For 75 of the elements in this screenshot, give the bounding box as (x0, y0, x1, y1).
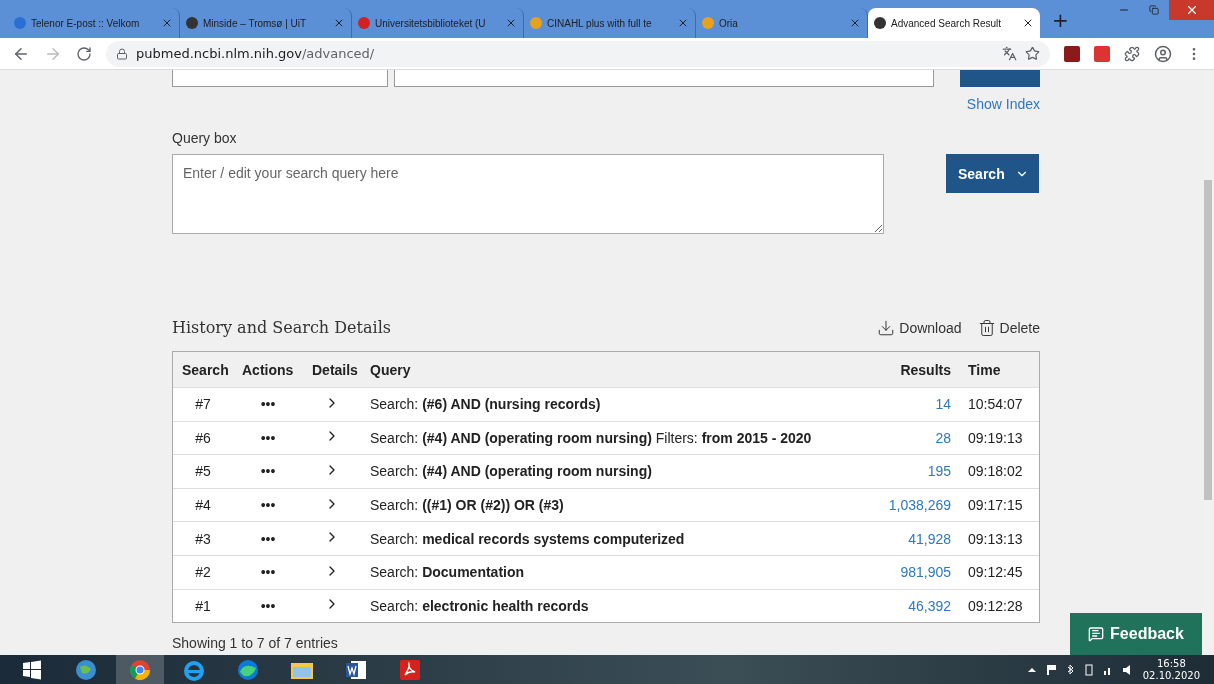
extension-icon[interactable] (1064, 45, 1080, 62)
actions-menu[interactable]: ••• (233, 463, 303, 480)
query-text: Search: (#6) AND (nursing records) (369, 396, 602, 413)
table-cell-text: #3 (194, 530, 212, 547)
reload-icon[interactable] (76, 45, 92, 62)
table-cell-text: #2 (194, 564, 212, 581)
actions-menu[interactable]: ••• (233, 564, 303, 581)
query-box-label: Query box (172, 130, 238, 146)
results-link[interactable]: 28 (935, 429, 951, 446)
clock[interactable]: 16:58 02.10.2020 (1142, 657, 1200, 682)
results-link[interactable]: 14 (935, 396, 951, 413)
new-tab-button[interactable]: + (1052, 8, 1069, 32)
bluetooth-icon[interactable] (1066, 663, 1075, 676)
actions-menu[interactable]: ••• (233, 429, 303, 446)
table-cell-text: 09:18:02 (967, 463, 1024, 480)
column-header: Results (899, 361, 952, 378)
battery-icon[interactable] (1084, 663, 1093, 676)
table-cell-text: #5 (194, 463, 212, 480)
column-header: Details (311, 361, 359, 378)
trash-icon (977, 318, 996, 337)
query-text: Search: Documentation (369, 564, 526, 581)
query-text: Search: electronic health records (369, 597, 590, 614)
show-index-link[interactable]: Show Index (966, 96, 1040, 112)
table-cell-text: #1 (194, 597, 212, 614)
column-header: Actions (241, 361, 295, 378)
search-button[interactable]: Search (946, 154, 1039, 193)
table-cell-text: 10:54:07 (967, 396, 1024, 413)
table-cell-text: 09:12:45 (967, 564, 1024, 581)
results-link[interactable]: 981,905 (900, 564, 951, 581)
column-header: Search (181, 361, 230, 378)
profile-icon[interactable] (1154, 44, 1172, 63)
actions-menu[interactable]: ••• (233, 497, 303, 514)
extension-icon[interactable] (1094, 45, 1110, 62)
results-link[interactable]: 1,038,269 (888, 497, 951, 514)
table-cell-text: 09:19:13 (967, 429, 1024, 446)
entries-info: Showing 1 to 7 of 7 entries (172, 635, 339, 652)
query-text: Search: medical records systems computerized (369, 530, 686, 547)
section-title: History and Search Details (172, 318, 392, 337)
table-cell-text: #4 (194, 497, 212, 514)
url-text: pubmed.ncbi.nlm.nih.gov/advanced/ (136, 46, 375, 61)
speaker-icon[interactable] (1122, 664, 1133, 675)
actions-menu[interactable]: ••• (233, 530, 303, 547)
translate-icon[interactable] (1002, 46, 1017, 61)
puzzle-icon[interactable] (1124, 45, 1140, 62)
feedback-button[interactable]: Feedback (1070, 613, 1202, 655)
actions-menu[interactable]: ••• (233, 396, 303, 413)
table-cell-text: #7 (194, 396, 212, 413)
chrome-icon[interactable] (116, 655, 164, 684)
query-text: Search: (#4) AND (operating room nursing) (369, 463, 653, 480)
table-cell-text: 09:13:13 (967, 530, 1024, 547)
flag-icon[interactable] (1046, 663, 1057, 676)
actions-menu[interactable]: ••• (233, 597, 303, 614)
table-cell-text: #6 (194, 429, 212, 446)
star-icon[interactable] (1025, 46, 1040, 61)
browser-tab[interactable]: Advanced Search Result (868, 8, 1040, 38)
table-cell-text: 09:12:28 (967, 597, 1024, 614)
column-header: Query (369, 361, 412, 378)
field-dropdown[interactable] (172, 70, 388, 87)
download-button[interactable]: Download (877, 318, 962, 337)
query-text: Search: ((#1) OR (#2)) OR (#3) (369, 497, 565, 514)
lock-icon (116, 47, 128, 60)
results-link[interactable]: 41,928 (908, 530, 951, 547)
delete-button[interactable]: Delete (977, 318, 1040, 337)
address-bar[interactable]: pubmed.ncbi.nlm.nih.gov/advanced/ (106, 40, 1050, 67)
query-box[interactable]: Enter / edit your search query here (172, 154, 884, 234)
search-term-field[interactable] (394, 70, 934, 87)
restore-icon (1149, 5, 1159, 15)
results-link[interactable]: 195 (927, 463, 951, 480)
chat-icon (1088, 626, 1105, 642)
column-header: Time (967, 361, 1002, 378)
query-text: Search: (#4) AND (operating room nursing) Filters: from 2015 - 2020 (369, 429, 813, 446)
table-cell-text: 09:17:15 (967, 497, 1024, 514)
download-icon (877, 318, 896, 337)
results-link[interactable]: 46,392 (908, 597, 951, 614)
close-icon[interactable] (1022, 17, 1034, 29)
